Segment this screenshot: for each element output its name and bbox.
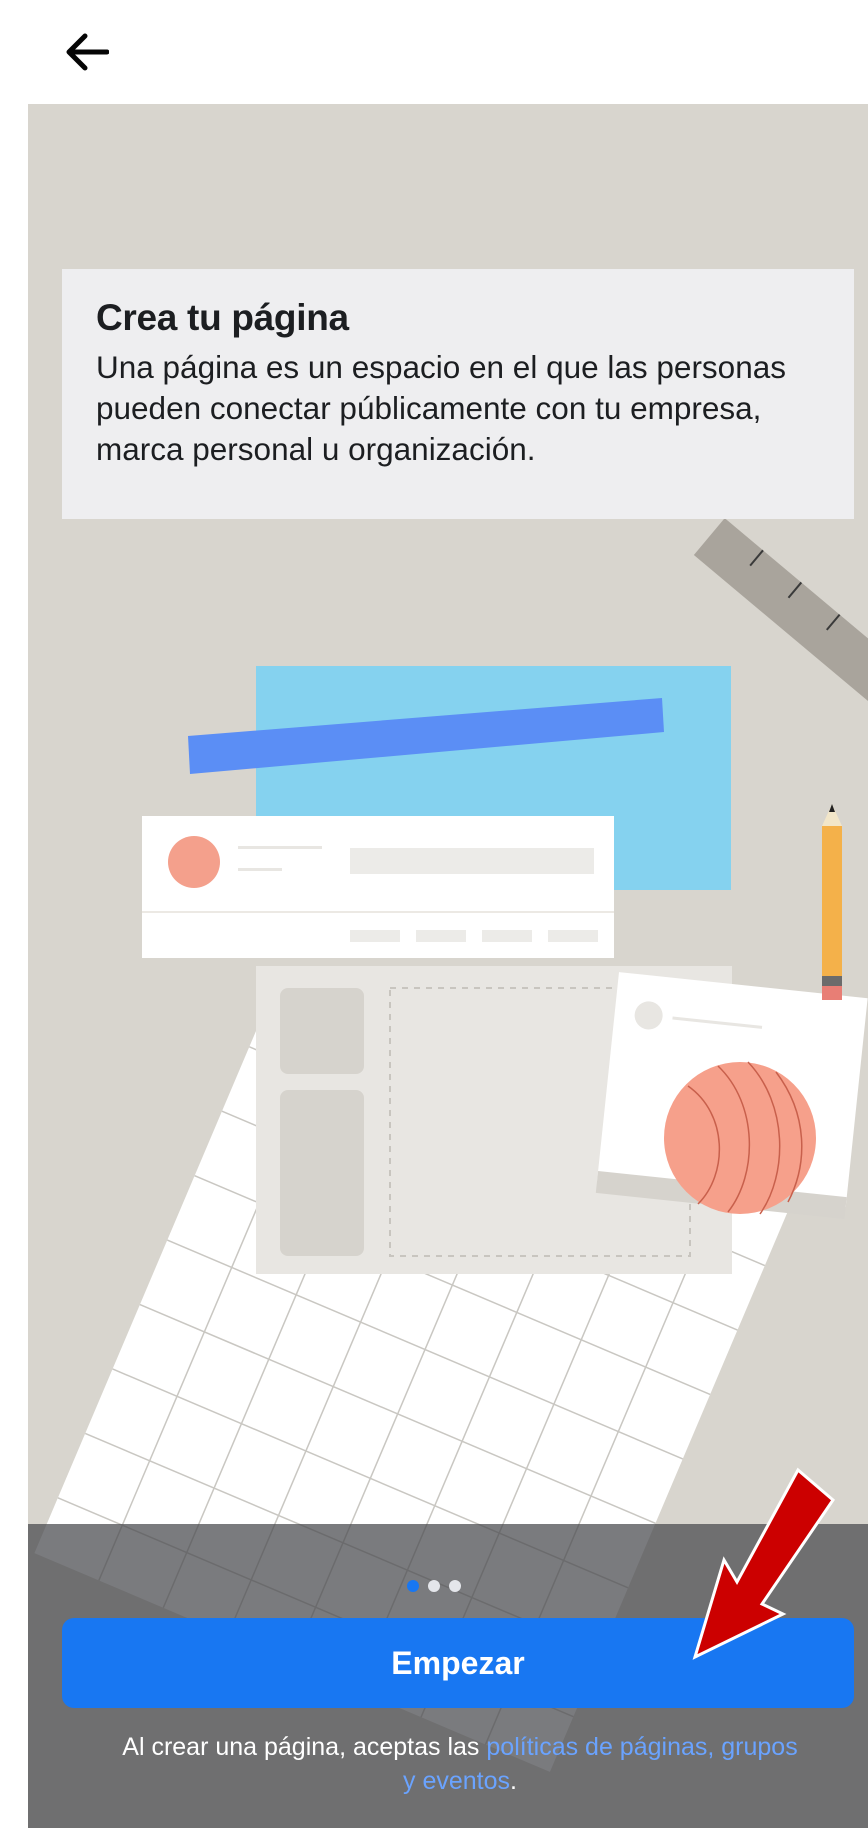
- page-dot-2[interactable]: [428, 1580, 440, 1592]
- page-title: Crea tu página: [96, 297, 349, 338]
- top-bar: [0, 0, 868, 104]
- terms-text: Al crear una página, aceptas las polític…: [120, 1730, 800, 1798]
- arrow-left-icon: [66, 33, 109, 71]
- start-button[interactable]: Empezar: [62, 1618, 854, 1708]
- pagination-dots: [0, 1580, 868, 1592]
- pencil: [822, 804, 842, 1000]
- terms-suffix: .: [510, 1767, 517, 1795]
- terms-prefix: Al crear una página, aceptas las: [122, 1733, 480, 1761]
- profile-card: [142, 816, 614, 958]
- hero-illustration: Crea tu página Una página es un espacio …: [28, 104, 868, 1828]
- yarn-ball: [664, 1061, 816, 1215]
- page-description: Una página es un espacio en el que las p…: [96, 349, 786, 467]
- back-button[interactable]: [50, 20, 124, 84]
- intro-card: Crea tu página Una página es un espacio …: [62, 269, 854, 519]
- page-dot-3[interactable]: [449, 1580, 461, 1592]
- page-dot-1[interactable]: [407, 1580, 419, 1592]
